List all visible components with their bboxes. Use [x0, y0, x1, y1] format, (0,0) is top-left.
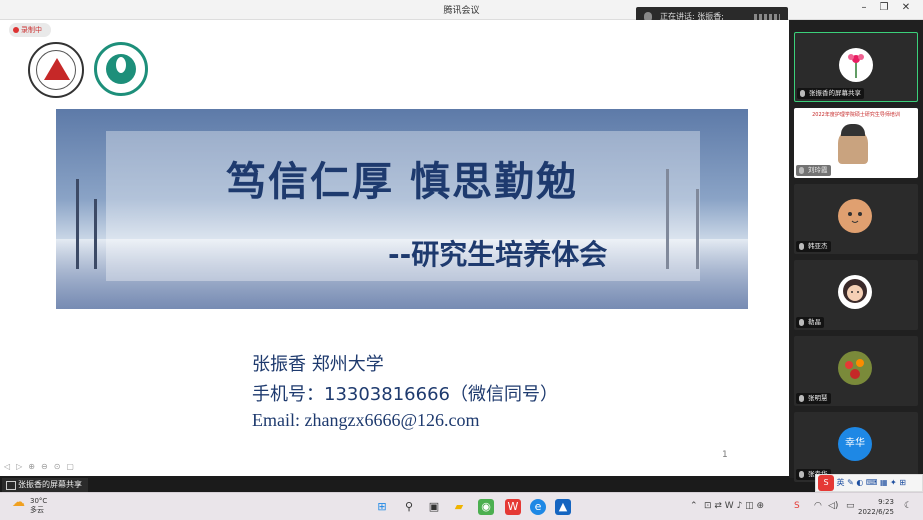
- ime-language[interactable]: 英: [837, 478, 845, 487]
- presenter-info: 张振香 郑州大学: [252, 354, 384, 375]
- tray-chevron-icon[interactable]: ⌃: [690, 501, 698, 511]
- participant-name: 刘玲霞: [796, 165, 831, 176]
- system-clock[interactable]: 9:23 2022/6/25: [858, 497, 894, 517]
- participant-tile[interactable]: 张明慧: [794, 336, 918, 406]
- slide-controls[interactable]: ◁▷⊕⊖⊙▢: [4, 462, 80, 471]
- clock-time: 9:23: [878, 498, 894, 506]
- weather-temp: 30°C: [30, 497, 48, 505]
- close-button[interactable]: ✕: [898, 2, 914, 13]
- search-icon[interactable]: ⚲: [401, 499, 417, 515]
- video-slide-caption: 2022年度护理学院硕士研究生导师培训: [812, 112, 900, 118]
- cat-avatar: [838, 199, 872, 233]
- screen-share-label: 张振香的屏幕共享: [2, 478, 88, 492]
- page-number: 1: [722, 450, 728, 460]
- tencent-meeting-icon[interactable]: ▲: [555, 499, 571, 515]
- file-explorer-icon[interactable]: ▰: [451, 499, 467, 515]
- edge-icon[interactable]: e: [530, 499, 546, 515]
- girl-avatar: [838, 275, 872, 309]
- restore-button[interactable]: ❐: [876, 2, 892, 13]
- participant-tile[interactable]: 幸华 张幸华: [794, 412, 918, 482]
- initials-avatar: 幸华: [838, 427, 872, 461]
- network-icon[interactable]: ◠: [814, 501, 822, 511]
- clock-date: 2022/6/25: [858, 508, 894, 516]
- participant-name: 张明慧: [796, 393, 831, 404]
- sogou-icon: S: [818, 475, 834, 491]
- fruit-avatar: [838, 351, 872, 385]
- notification-icon[interactable]: ☾: [904, 501, 912, 511]
- email-info: Email: zhangzx6666@126.com: [252, 410, 480, 430]
- participant-tile[interactable]: 2022年度护理学院硕士研究生导师培训 刘玲霞: [794, 108, 918, 178]
- participant-name: 张振香的屏幕共享: [797, 88, 864, 99]
- participant-tile[interactable]: 韩亚杰: [794, 184, 918, 254]
- participant-name: 韩亚杰: [796, 241, 831, 252]
- windows-taskbar: 30°C 多云 ⊞ ⚲ ▣ ▰ ◉ W e ▲ ⌃ ⊡ ⇄ W ♪ ◫ ⊕ S …: [0, 492, 923, 520]
- recording-badge[interactable]: 录制中: [9, 23, 51, 37]
- nursing-school-logo: [94, 42, 148, 96]
- phone-info: 手机号：13303816666（微信同号）: [252, 384, 558, 405]
- wps-icon[interactable]: W: [505, 499, 521, 515]
- participant-tile[interactable]: 勒晶: [794, 260, 918, 330]
- slide-title: 笃信仁厚 慎思勤勉: [226, 159, 578, 205]
- zhengzhou-university-logo: [28, 42, 84, 98]
- ime-toolbar[interactable]: S 英 ✎ ◐ ⌨ ▦ ✦ ⊞: [815, 474, 923, 492]
- minimize-button[interactable]: –: [856, 2, 872, 13]
- volume-icon[interactable]: ◁): [828, 501, 838, 511]
- slide-subtitle: --研究生培养体会: [388, 238, 608, 271]
- wechat-icon[interactable]: ◉: [478, 499, 494, 515]
- participant-tile[interactable]: 张振香的屏幕共享: [794, 32, 918, 102]
- weather-desc: 多云: [30, 506, 44, 514]
- battery-icon[interactable]: ▭: [846, 501, 855, 511]
- participant-name: 勒晶: [796, 317, 824, 328]
- sogou-tray-icon[interactable]: S: [794, 501, 800, 511]
- ime-tools-icon[interactable]: ✎ ◐ ⌨ ▦ ✦ ⊞: [847, 478, 906, 487]
- shared-screen: 录制中 笃信仁厚 慎思勤勉 --研究生培养体会 张振香 郑州大学 手机号：133…: [0, 20, 789, 476]
- slide-banner: 笃信仁厚 慎思勤勉 --研究生培养体会: [56, 109, 748, 309]
- task-view-icon[interactable]: ▣: [426, 499, 442, 515]
- participant-sidebar: 张振香的屏幕共享 2022年度护理学院硕士研究生导师培训 刘玲霞 韩亚杰 勒晶 …: [789, 20, 923, 482]
- flower-avatar: [839, 48, 873, 82]
- tray-app-icons[interactable]: ⊡ ⇄ W ♪ ◫ ⊕: [704, 501, 764, 511]
- weather-widget[interactable]: 30°C 多云: [12, 497, 47, 515]
- windows-start-icon[interactable]: ⊞: [374, 499, 390, 515]
